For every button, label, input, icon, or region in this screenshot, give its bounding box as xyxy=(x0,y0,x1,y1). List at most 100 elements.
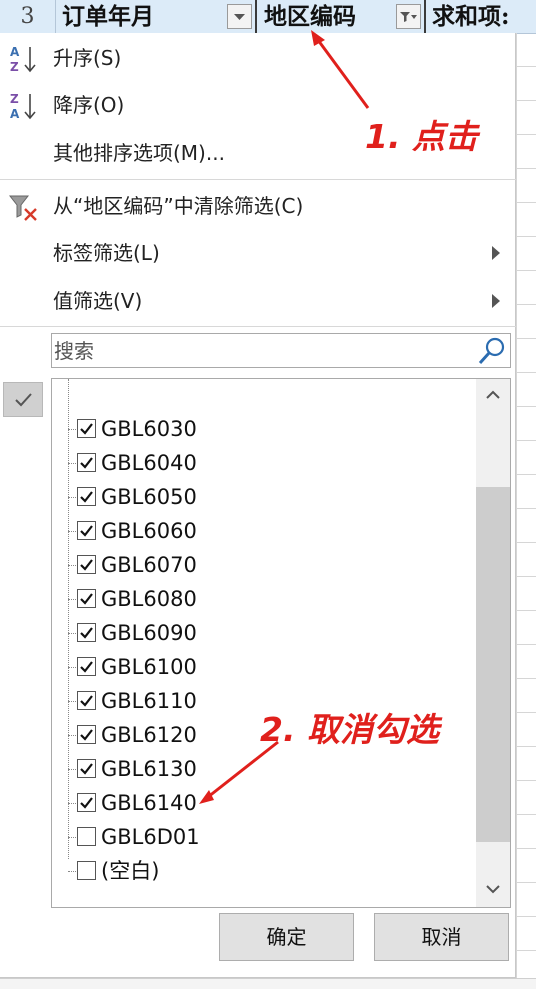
annotation-step1: 1. 点击 xyxy=(365,117,478,156)
checkmark-icon xyxy=(80,661,93,673)
scroll-down-button[interactable] xyxy=(476,873,510,907)
menu-separator xyxy=(0,179,516,180)
checkmark-icon xyxy=(80,559,93,571)
menu-label: 升序(S) xyxy=(53,46,122,70)
list-item[interactable]: GBL6080 xyxy=(52,582,472,616)
tree-connector xyxy=(68,497,76,498)
checkbox-checked[interactable] xyxy=(77,555,96,574)
sheet-grid-strip xyxy=(516,33,536,988)
order-month-dropdown-button[interactable] xyxy=(227,4,252,29)
list-item[interactable]: GBL6D01 xyxy=(52,820,472,854)
list-item[interactable]: GBL6100 xyxy=(52,650,472,684)
annotation-step2: 2. 取消勾选 xyxy=(260,710,439,749)
tree-connector xyxy=(68,565,76,566)
list-item[interactable]: GBL6030 xyxy=(52,412,472,446)
search-input[interactable] xyxy=(52,334,474,367)
checkbox-checked[interactable] xyxy=(77,521,96,540)
tree-connector xyxy=(68,667,76,668)
tree-connector xyxy=(68,837,76,838)
tree-connector xyxy=(68,735,76,736)
checkbox-checked[interactable] xyxy=(77,453,96,472)
checkmark-icon xyxy=(80,627,93,639)
checkbox-checked[interactable] xyxy=(77,691,96,710)
value-list: GBL6030 GBL6040 GBL6050 GBL6060 GBL6070 GBL60… xyxy=(51,378,511,908)
checkmark-icon xyxy=(80,491,93,503)
tree-connector xyxy=(68,769,76,770)
region-code-filter-button[interactable] xyxy=(396,4,421,29)
scroll-thumb[interactable] xyxy=(476,487,510,842)
list-item-label: GBL6070 xyxy=(101,553,197,577)
row-number: 3 xyxy=(0,0,56,33)
checkbox-checked[interactable] xyxy=(77,589,96,608)
menu-label: 值筛选(V) xyxy=(53,289,143,313)
list-item-label: GBL6040 xyxy=(101,451,197,475)
menu-item-value-filter[interactable]: 值筛选(V) xyxy=(0,278,516,324)
tree-connector xyxy=(68,633,76,634)
list-item-label: GBL6110 xyxy=(101,689,197,713)
checkbox-unchecked[interactable] xyxy=(77,861,96,880)
column-header-region-code: 地区编码 xyxy=(264,3,356,30)
menu-label: 标签筛选(L) xyxy=(53,241,160,265)
checkbox-checked[interactable] xyxy=(77,657,96,676)
list-item-label: GBL6120 xyxy=(101,723,197,747)
filter-dropdown-icon xyxy=(400,12,417,22)
column-separator xyxy=(424,0,426,33)
checkmark-icon xyxy=(80,525,93,537)
svg-text:A: A xyxy=(10,45,20,59)
cancel-button[interactable]: 取消 xyxy=(374,913,509,961)
search-icon[interactable] xyxy=(477,336,507,366)
submenu-arrow-icon xyxy=(492,294,500,308)
list-item[interactable]: GBL6050 xyxy=(52,480,472,514)
clear-filter-icon xyxy=(8,195,37,221)
list-item[interactable]: GBL6130 xyxy=(52,752,472,786)
checkbox-checked[interactable] xyxy=(77,793,96,812)
svg-text:A: A xyxy=(10,107,20,121)
scroll-up-button[interactable] xyxy=(476,379,510,413)
list-item-label: (空白) xyxy=(101,859,160,883)
menu-item-label-filter[interactable]: 标签筛选(L) xyxy=(0,230,516,276)
svg-text:Z: Z xyxy=(10,60,19,74)
menu-label: 从“地区编码”中清除筛选(C) xyxy=(53,194,304,218)
checkbox-checked[interactable] xyxy=(77,725,96,744)
chevron-up-icon xyxy=(486,390,500,399)
tree-connector xyxy=(68,871,76,872)
menu-item-clear-filter[interactable]: 从“地区编码”中清除筛选(C) xyxy=(0,183,516,229)
list-item[interactable]: GBL6060 xyxy=(52,514,472,548)
menu-item-sort-asc[interactable]: A Z 升序(S) xyxy=(0,35,516,81)
column-separator xyxy=(255,0,257,33)
tree-connector xyxy=(68,463,76,464)
submenu-arrow-icon xyxy=(492,246,500,260)
checkbox-checked[interactable] xyxy=(77,759,96,778)
tree-connector xyxy=(68,701,76,702)
checkbox-checked[interactable] xyxy=(77,419,96,438)
checkmark-icon xyxy=(80,423,93,435)
ok-button[interactable]: 确定 xyxy=(219,913,354,961)
menu-label: 降序(O) xyxy=(53,93,125,117)
checkmark-icon xyxy=(80,797,93,809)
chevron-down-icon xyxy=(486,885,500,894)
list-item-label: GBL6030 xyxy=(101,417,197,441)
tree-connector xyxy=(68,803,76,804)
checkbox-checked[interactable] xyxy=(77,623,96,642)
checkmark-icon xyxy=(80,763,93,775)
list-item[interactable]: GBL6140 xyxy=(52,786,472,820)
list-item-label: GBL6130 xyxy=(101,757,197,781)
list-item-label: GBL6080 xyxy=(101,587,197,611)
list-item-label: GBL6050 xyxy=(101,485,197,509)
select-all-indicator[interactable] xyxy=(3,382,43,417)
list-item[interactable]: GBL6090 xyxy=(52,616,472,650)
tree-connector xyxy=(68,531,76,532)
list-item[interactable]: GBL6070 xyxy=(52,548,472,582)
list-item[interactable]: (空白) xyxy=(52,854,472,888)
checkmark-icon xyxy=(80,729,93,741)
list-scrollbar[interactable] xyxy=(476,379,510,907)
checkmark-icon xyxy=(80,593,93,605)
checkbox-checked[interactable] xyxy=(77,487,96,506)
svg-text:Z: Z xyxy=(10,92,19,106)
search-box xyxy=(51,333,511,368)
sheet-header-row: 3 订单年月 地区编码 求和项: xyxy=(0,0,536,34)
list-item[interactable]: GBL6040 xyxy=(52,446,472,480)
checkbox-unchecked[interactable] xyxy=(77,827,96,846)
tree-connector xyxy=(68,429,76,430)
sheet-bottom-strip xyxy=(0,978,536,989)
